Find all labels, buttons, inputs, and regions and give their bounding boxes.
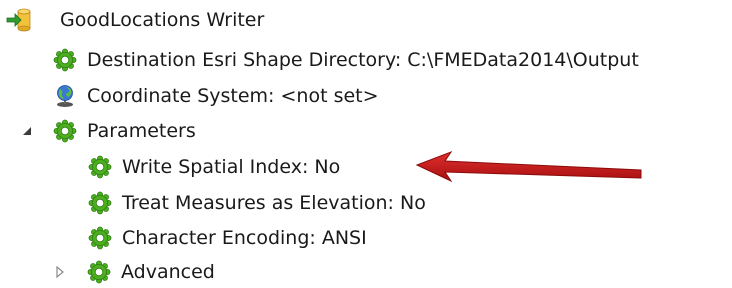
tree-item-treat-measures[interactable]: Treat Measures as Elevation: No xyxy=(88,187,426,219)
writer-tree: GoodLocations Writer Destination Esri Sh… xyxy=(0,0,732,288)
gear-icon xyxy=(53,119,77,143)
parameters-label: Parameters xyxy=(87,120,196,142)
tree-item-destination[interactable]: Destination Esri Shape Directory: C:\FME… xyxy=(53,44,639,76)
tree-item-advanced[interactable]: Advanced xyxy=(53,256,215,288)
expanded-triangle-icon[interactable] xyxy=(20,124,34,138)
gear-icon xyxy=(88,155,112,179)
globe-icon xyxy=(53,84,77,108)
coordinate-system-label: Coordinate System: <not set> xyxy=(87,85,379,107)
tree-item-coordinate-system[interactable]: Coordinate System: <not set> xyxy=(53,80,379,112)
write-spatial-index-label: Write Spatial Index: No xyxy=(122,156,341,178)
tree-item-write-spatial-index[interactable]: Write Spatial Index: No xyxy=(88,151,340,183)
gear-icon xyxy=(53,48,77,72)
tree-item-character-encoding[interactable]: Character Encoding: ANSI xyxy=(88,222,367,254)
writer-label: GoodLocations Writer xyxy=(60,9,265,31)
gear-icon xyxy=(87,260,111,284)
tree-item-parameters[interactable]: Parameters xyxy=(20,115,196,147)
tree-item-writer[interactable]: GoodLocations Writer xyxy=(6,4,264,36)
collapsed-triangle-icon[interactable] xyxy=(53,265,67,279)
gear-icon xyxy=(88,226,112,250)
writer-icon xyxy=(6,8,31,32)
advanced-label: Advanced xyxy=(121,261,215,283)
treat-measures-label: Treat Measures as Elevation: No xyxy=(122,192,426,214)
red-arrow-annotation xyxy=(415,150,642,183)
character-encoding-label: Character Encoding: ANSI xyxy=(122,227,367,249)
destination-label: Destination Esri Shape Directory: C:\FME… xyxy=(87,49,639,71)
gear-icon xyxy=(88,191,112,215)
